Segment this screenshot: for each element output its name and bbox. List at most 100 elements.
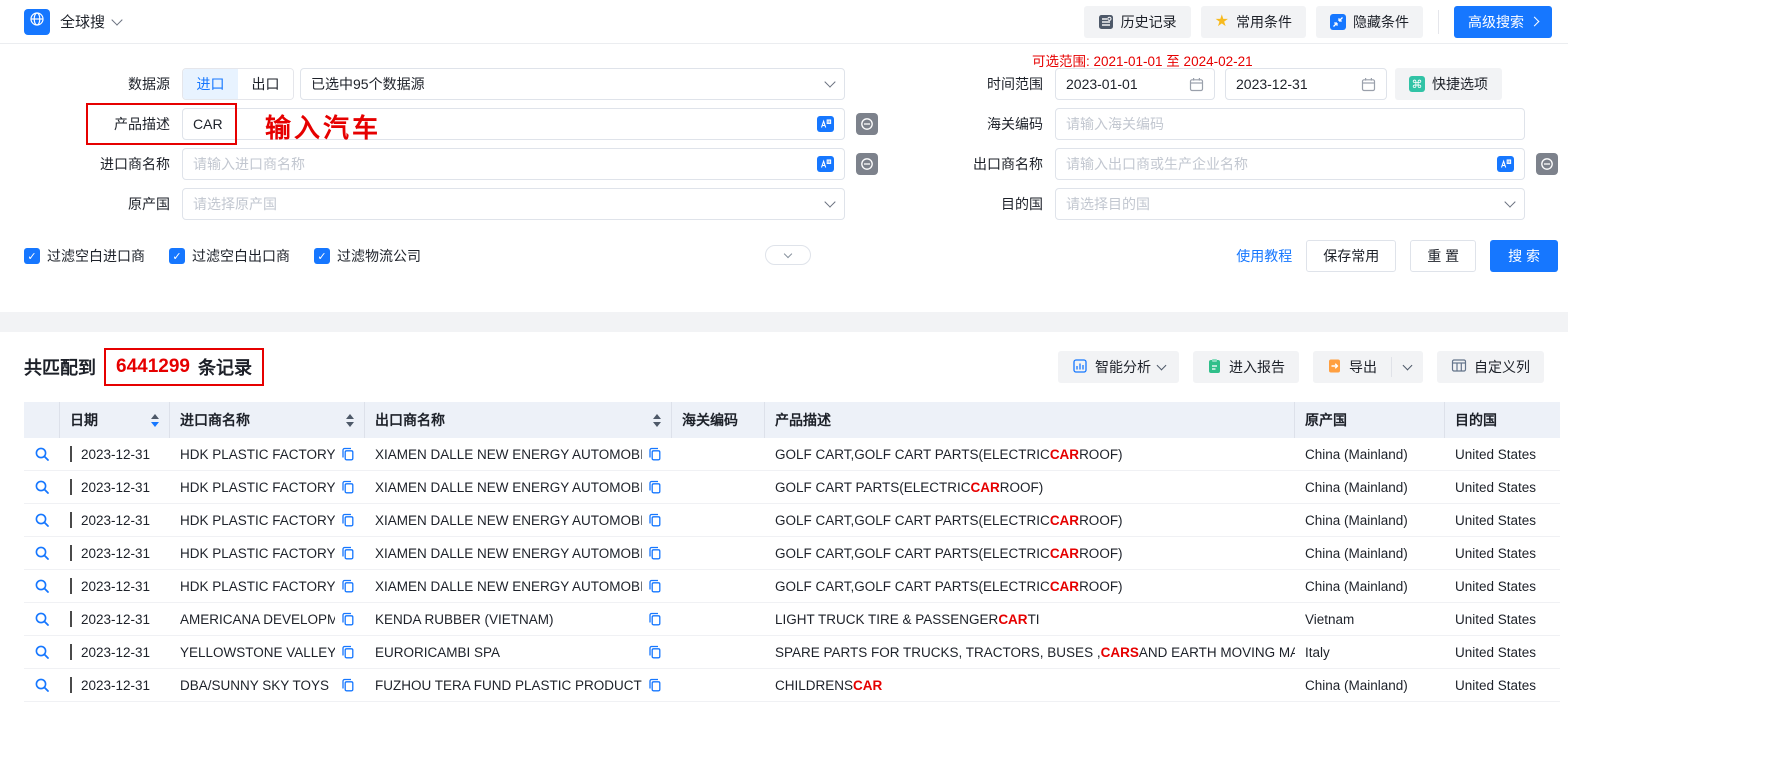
filter-logistics-label: 过滤物流公司 (337, 246, 421, 266)
exclude-icon[interactable] (1536, 153, 1558, 175)
product-desc-label: 产品描述 (24, 114, 182, 134)
export-dropdown-button[interactable] (1392, 351, 1423, 383)
translate-icon[interactable] (1497, 156, 1514, 172)
hide-conditions-button[interactable]: 隐藏条件 (1316, 6, 1423, 38)
copy-icon[interactable] (648, 612, 662, 626)
table-row[interactable]: 2023-12-31 YELLOWSTONE VALLEY P EURORICA… (24, 636, 1560, 669)
collapse-icon (1330, 14, 1346, 30)
date-to-input[interactable]: 2023-12-31 (1225, 68, 1387, 100)
copy-icon[interactable] (341, 447, 355, 461)
translate-icon[interactable] (817, 156, 834, 172)
exclude-icon[interactable] (856, 113, 878, 135)
cell-importer: HDK PLASTIC FACTORY L (180, 480, 335, 495)
table-row[interactable]: 2023-12-31 DBA/SUNNY SKY TOYS FUZHOU TER… (24, 669, 1560, 702)
cell-date: 2023-12-31 (81, 447, 150, 462)
copy-icon[interactable] (341, 645, 355, 659)
collapse-form-button[interactable] (765, 245, 811, 265)
copy-icon[interactable] (341, 579, 355, 593)
cell-destination: United States (1445, 579, 1560, 594)
magnifier-icon[interactable] (34, 578, 50, 594)
magnifier-icon[interactable] (34, 677, 50, 693)
quick-options-label: 快捷选项 (1432, 74, 1488, 94)
results-table: 日期 进口商名称 出口商名称 海关编码 产品描述 原产国 目的国 2 (24, 402, 1560, 702)
cell-importer: HDK PLASTIC FACTORY L (180, 546, 335, 561)
table-row[interactable]: 2023-12-31 HDK PLASTIC FACTORY L XIAMEN … (24, 438, 1560, 471)
translate-icon[interactable] (817, 116, 834, 132)
cell-destination: United States (1445, 546, 1560, 561)
cell-destination: United States (1445, 447, 1560, 462)
filter-logistics-checkbox[interactable]: ✓ 过滤物流公司 (314, 246, 421, 266)
exporter-input[interactable] (1066, 156, 1497, 172)
filter-blank-importer-checkbox[interactable]: ✓ 过滤空白进口商 (24, 246, 145, 266)
tab-export[interactable]: 出口 (238, 69, 293, 99)
custom-columns-button[interactable]: 自定义列 (1437, 351, 1544, 383)
copy-icon[interactable] (648, 480, 662, 494)
copy-icon[interactable] (341, 546, 355, 560)
origin-select[interactable]: 请选择原产国 (182, 188, 845, 220)
time-range-label: 时间范围 (889, 74, 1055, 94)
history-button[interactable]: 历史记录 (1084, 6, 1191, 38)
magnifier-icon[interactable] (34, 545, 50, 561)
chevron-down-icon[interactable] (111, 14, 122, 25)
exclude-icon[interactable] (856, 153, 878, 175)
result-count-suffix: 条记录 (198, 354, 252, 380)
cell-product: GOLF CART PARTS(ELECTRIC CAR ROOF) (765, 480, 1295, 495)
cell-exporter: XIAMEN DALLE NEW ENERGY AUTOMOBILE (375, 513, 642, 528)
hs-code-input[interactable] (1066, 116, 1514, 132)
magnifier-icon[interactable] (34, 512, 50, 528)
cell-product: SPARE PARTS FOR TRUCKS, TRACTORS, BUSES … (765, 645, 1295, 660)
table-row[interactable]: 2023-12-31 HDK PLASTIC FACTORY L XIAMEN … (24, 537, 1560, 570)
search-button[interactable]: 搜 索 (1490, 240, 1558, 272)
sort-exporter[interactable] (653, 414, 661, 427)
table-row[interactable]: 2023-12-31 HDK PLASTIC FACTORY L XIAMEN … (24, 570, 1560, 603)
copy-icon[interactable] (648, 447, 662, 461)
search-form: 可选范围: 2021-01-01 至 2024-02-21 数据源 进口 出口 … (0, 44, 1568, 312)
copy-icon[interactable] (341, 480, 355, 494)
magnifier-icon[interactable] (34, 611, 50, 627)
quick-options-button[interactable]: ⌘ 快捷选项 (1395, 68, 1502, 100)
filter-blank-exporter-checkbox[interactable]: ✓ 过滤空白出口商 (169, 246, 290, 266)
row-accent-bar (70, 677, 72, 693)
cell-date: 2023-12-31 (81, 645, 150, 660)
table-row[interactable]: 2023-12-31 AMERICANA DEVELOPME KENDA RUB… (24, 603, 1560, 636)
cell-origin: China (Mainland) (1295, 513, 1445, 528)
sort-importer[interactable] (346, 414, 354, 427)
importer-input[interactable] (193, 156, 817, 172)
reset-button[interactable]: 重 置 (1410, 240, 1476, 272)
destination-select[interactable]: 请选择目的国 (1055, 188, 1525, 220)
cell-origin: China (Mainland) (1295, 678, 1445, 693)
magnifier-icon[interactable] (34, 479, 50, 495)
sort-date[interactable] (151, 414, 159, 427)
smart-analysis-button[interactable]: 智能分析 (1058, 351, 1179, 383)
table-row[interactable]: 2023-12-31 HDK PLASTIC FACTORY L XIAMEN … (24, 504, 1560, 537)
copy-icon[interactable] (648, 645, 662, 659)
result-count: 共匹配到 6441299 条记录 (24, 348, 264, 386)
tab-import[interactable]: 进口 (183, 69, 238, 99)
save-common-button[interactable]: 保存常用 (1306, 240, 1396, 272)
header-product: 产品描述 (765, 402, 1295, 438)
copy-icon[interactable] (341, 678, 355, 692)
cell-importer: HDK PLASTIC FACTORY L (180, 447, 335, 462)
chevron-down-icon (1403, 360, 1413, 370)
date-from-input[interactable]: 2023-01-01 (1055, 68, 1215, 100)
table-row[interactable]: 2023-12-31 HDK PLASTIC FACTORY L XIAMEN … (24, 471, 1560, 504)
enter-report-button[interactable]: 进入报告 (1193, 351, 1299, 383)
cell-product: GOLF CART,GOLF CART PARTS(ELECTRIC CAR R… (765, 579, 1295, 594)
magnifier-icon[interactable] (34, 446, 50, 462)
cell-product: LIGHT TRUCK TIRE & PASSENGER CAR TI (765, 612, 1295, 627)
hs-code-label: 海关编码 (889, 114, 1055, 134)
copy-icon[interactable] (648, 579, 662, 593)
datasource-select[interactable]: 已选中95个数据源 (300, 68, 845, 100)
copy-icon[interactable] (341, 513, 355, 527)
copy-icon[interactable] (648, 546, 662, 560)
copy-icon[interactable] (648, 513, 662, 527)
advanced-search-button[interactable]: 高级搜索 (1454, 6, 1552, 38)
favorites-button[interactable]: ★ 常用条件 (1201, 6, 1306, 38)
copy-icon[interactable] (341, 612, 355, 626)
row-accent-bar (70, 644, 72, 660)
result-count-prefix: 共匹配到 (24, 354, 96, 380)
copy-icon[interactable] (648, 678, 662, 692)
magnifier-icon[interactable] (34, 644, 50, 660)
export-button[interactable]: 导出 (1313, 351, 1391, 383)
tutorial-link[interactable]: 使用教程 (1236, 246, 1292, 266)
